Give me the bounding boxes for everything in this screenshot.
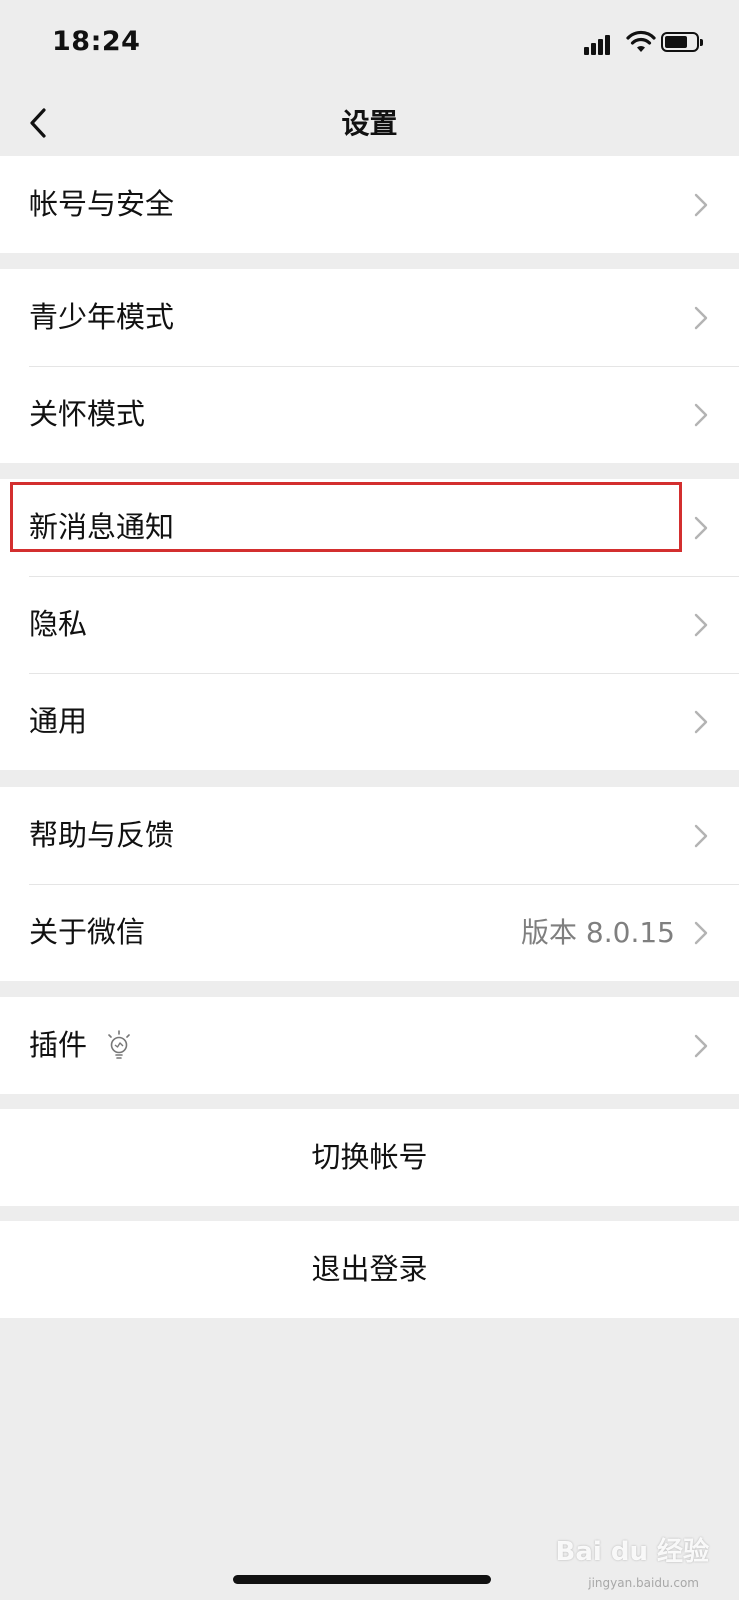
settings-item-privacy[interactable]: 隐私 bbox=[0, 576, 739, 673]
status-time: 18:24 bbox=[52, 26, 141, 57]
settings-group-plugins: 插件 bbox=[0, 997, 739, 1094]
settings-group-about: 帮助与反馈 关于微信 版本 8.0.15 bbox=[0, 787, 739, 981]
settings-item-label: 帐号与安全 bbox=[29, 187, 175, 221]
switch-account-label: 切换帐号 bbox=[311, 1140, 428, 1174]
version-value: 版本 8.0.15 bbox=[521, 916, 675, 949]
chevron-right-icon bbox=[694, 306, 708, 330]
nav-bar: 设置 bbox=[0, 88, 739, 158]
settings-item-label: 插件 bbox=[29, 1028, 88, 1062]
switch-account-group: 切换帐号 bbox=[0, 1109, 739, 1206]
settings-item-general[interactable]: 通用 bbox=[0, 673, 739, 770]
chevron-right-icon bbox=[694, 824, 708, 848]
settings-item-new-message-notification[interactable]: 新消息通知 bbox=[0, 479, 739, 576]
chevron-right-icon bbox=[694, 613, 708, 637]
settings-item-plugins[interactable]: 插件 bbox=[0, 997, 739, 1094]
page-title: 设置 bbox=[341, 107, 398, 140]
chevron-right-icon bbox=[694, 1034, 708, 1058]
home-indicator[interactable] bbox=[233, 1575, 491, 1584]
chevron-right-icon bbox=[694, 193, 708, 217]
chevron-right-icon bbox=[694, 516, 708, 540]
logout-label: 退出登录 bbox=[311, 1252, 428, 1286]
settings-item-label: 青少年模式 bbox=[29, 300, 175, 334]
settings-item-label: 关于微信 bbox=[29, 915, 146, 949]
cellular-signal-icon bbox=[584, 33, 618, 55]
logout-group: 退出登录 bbox=[0, 1221, 739, 1318]
settings-item-label: 新消息通知 bbox=[29, 510, 175, 544]
settings-item-label: 帮助与反馈 bbox=[29, 818, 175, 852]
watermark-url: jingyan.baidu.com bbox=[588, 1576, 699, 1590]
chevron-right-icon bbox=[694, 710, 708, 734]
switch-account-button[interactable]: 切换帐号 bbox=[0, 1109, 739, 1206]
status-bar: 18:24 bbox=[0, 0, 739, 88]
lightbulb-icon bbox=[108, 1030, 130, 1059]
settings-item-account-security[interactable]: 帐号与安全 bbox=[0, 156, 739, 253]
battery-icon bbox=[661, 32, 703, 52]
wifi-icon bbox=[626, 30, 656, 52]
chevron-right-icon bbox=[694, 921, 708, 945]
settings-group-general: 新消息通知 隐私 通用 bbox=[0, 479, 739, 770]
settings-item-care-mode[interactable]: 关怀模式 bbox=[0, 366, 739, 463]
settings-item-label: 通用 bbox=[29, 704, 88, 738]
settings-item-label: 隐私 bbox=[29, 607, 88, 641]
settings-item-teen-mode[interactable]: 青少年模式 bbox=[0, 269, 739, 366]
baidu-jingyan-watermark: Bai du 经验 bbox=[555, 1537, 710, 1567]
logout-button[interactable]: 退出登录 bbox=[0, 1221, 739, 1318]
settings-item-label: 关怀模式 bbox=[29, 397, 146, 431]
settings-item-about-wechat[interactable]: 关于微信 版本 8.0.15 bbox=[0, 884, 739, 981]
settings-group-modes: 青少年模式 关怀模式 bbox=[0, 269, 739, 463]
settings-item-help-feedback[interactable]: 帮助与反馈 bbox=[0, 787, 739, 884]
chevron-right-icon bbox=[694, 403, 708, 427]
settings-group-account: 帐号与安全 bbox=[0, 156, 739, 253]
